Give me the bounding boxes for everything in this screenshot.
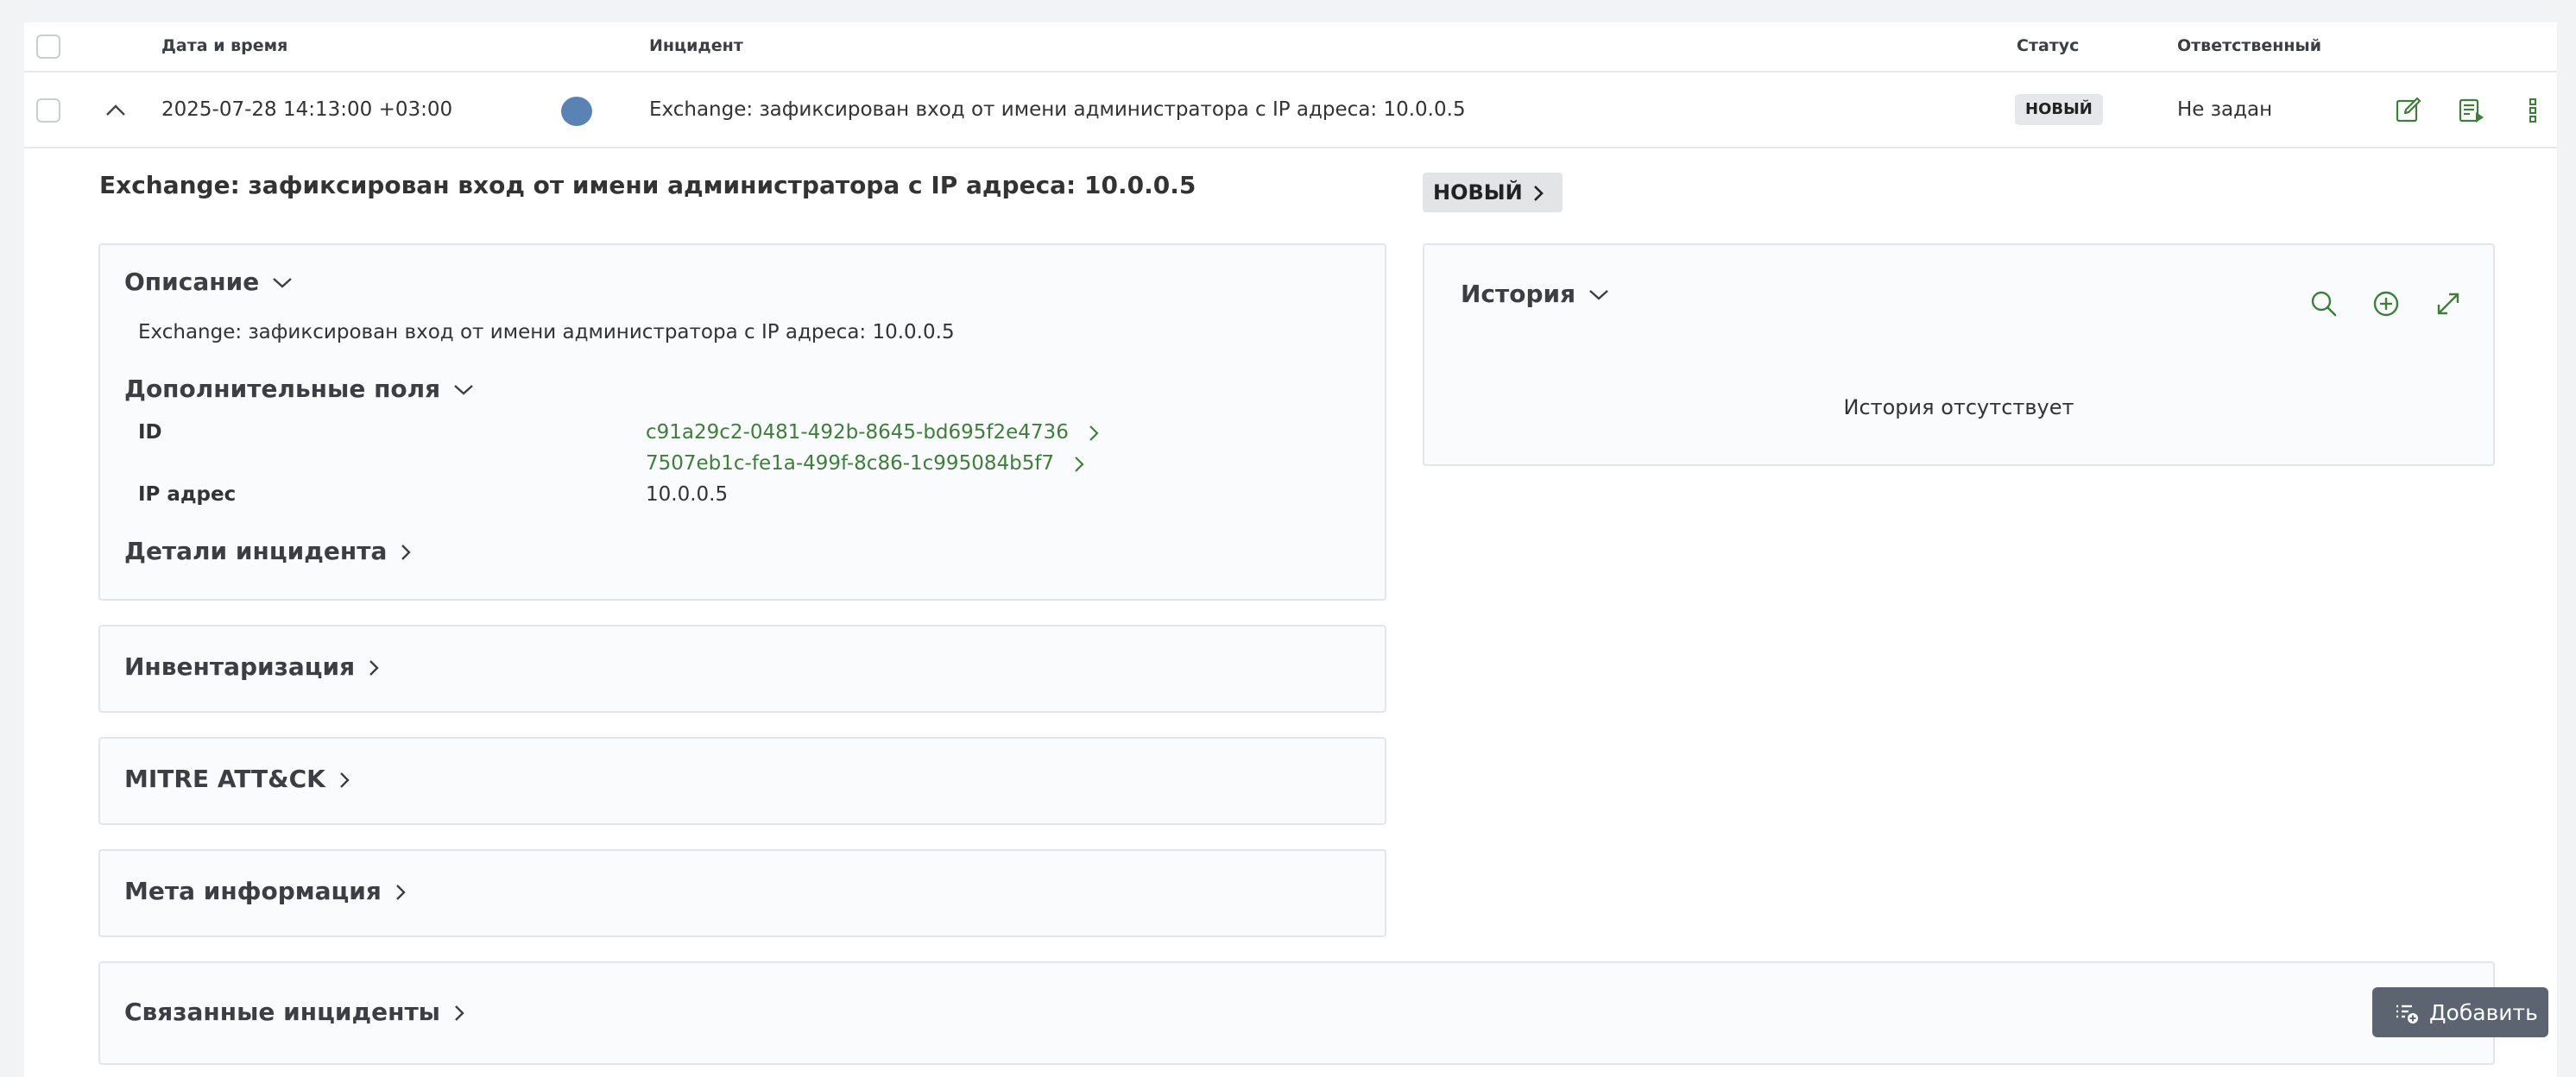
chevron-right-icon — [396, 885, 406, 900]
edit-icon[interactable] — [2393, 95, 2424, 126]
id-link-2[interactable]: 7507eb1c-fe1a-499f-8c86-1c995084b5f7 — [646, 452, 1086, 475]
history-panel: История История отсутствует — [1423, 243, 2495, 466]
description-title: Описание — [124, 268, 260, 296]
table-header: Дата и время Инцидент Статус Ответственн… — [24, 22, 2557, 72]
table-row[interactable]: 2025-07-28 14:13:00 +03:00 Exchange: заф… — [24, 72, 2557, 148]
ip-value: 10.0.0.5 — [646, 483, 729, 506]
status-chip[interactable]: НОВЫЙ — [1423, 173, 1563, 212]
id-link-1-text: c91a29c2-0481-492b-8645-bd695f2e4736 — [646, 421, 1069, 444]
chevron-down-icon — [273, 278, 293, 288]
add-list-icon — [2396, 1005, 2418, 1023]
mitre-panel[interactable]: MITRE ATT&CK — [98, 737, 1386, 825]
meta-info-panel[interactable]: Мета информация — [98, 849, 1386, 937]
extra-fields-title: Дополнительные поля — [124, 375, 441, 403]
chevron-right-icon — [339, 772, 350, 788]
chevron-down-icon — [1589, 290, 1608, 300]
chevron-right-icon — [1089, 425, 1099, 441]
id-link-2-text: 7507eb1c-fe1a-499f-8c86-1c995084b5f7 — [646, 452, 1055, 475]
header-incident[interactable]: Инцидент — [649, 36, 743, 55]
status-chip-label: НОВЫЙ — [1433, 180, 1523, 205]
playbook-icon[interactable] — [2455, 95, 2486, 126]
chevron-right-icon — [401, 545, 412, 560]
header-datetime[interactable]: Дата и время — [161, 36, 287, 55]
chevron-right-icon — [1075, 456, 1084, 472]
description-text: Exchange: зафиксирован вход от имени адм… — [138, 321, 955, 343]
description-header[interactable]: Описание — [124, 268, 294, 296]
select-all-checkbox[interactable] — [36, 35, 60, 59]
row-incident-title[interactable]: Exchange: зафиксирован вход от имени адм… — [649, 98, 1466, 121]
header-status[interactable]: Статус — [2017, 36, 2079, 55]
extra-fields-header[interactable]: Дополнительные поля — [124, 375, 475, 403]
mitre-title: MITRE ATT&CK — [124, 765, 325, 793]
inventory-title: Инвентаризация — [124, 652, 356, 681]
inventory-header[interactable]: Инвентаризация — [124, 652, 381, 681]
id-label: ID — [138, 421, 162, 444]
meta-info-header[interactable]: Мета информация — [124, 877, 407, 905]
row-assignee: Не задан — [2177, 98, 2273, 121]
related-incidents-header[interactable]: Связанные инциденты — [124, 998, 466, 1026]
related-incidents-panel: Связанные инциденты Добавить — [98, 961, 2548, 1065]
severity-indicator — [561, 97, 592, 126]
search-icon[interactable] — [2308, 288, 2339, 319]
header-assignee[interactable]: Ответственный — [2177, 36, 2321, 55]
row-datetime: 2025-07-28 14:13:00 +03:00 — [161, 98, 453, 121]
mitre-header[interactable]: MITRE ATT&CK — [124, 765, 351, 793]
incident-detail-title: Exchange: зафиксирован вход от имени адм… — [99, 171, 1196, 199]
more-vertical-icon[interactable] — [2517, 95, 2548, 126]
add-related-button[interactable]: Добавить — [2372, 987, 2548, 1037]
expand-icon[interactable] — [2433, 288, 2464, 319]
incident-details-title: Детали инцидента — [124, 537, 388, 565]
history-empty-text: История отсутствует — [1843, 395, 2074, 419]
history-header[interactable]: История — [1461, 280, 1610, 308]
ip-label: IP адрес — [138, 483, 237, 506]
add-circle-icon[interactable] — [2371, 288, 2402, 319]
chevron-down-icon — [454, 385, 473, 395]
related-incidents-title: Связанные инциденты — [124, 998, 440, 1026]
chevron-right-icon — [1534, 186, 1544, 201]
chevron-right-icon — [455, 1005, 464, 1021]
row-checkbox[interactable] — [36, 98, 60, 123]
id-link-1[interactable]: c91a29c2-0481-492b-8645-bd695f2e4736 — [646, 421, 1101, 444]
add-related-label: Добавить — [2429, 1000, 2538, 1025]
incident-details-header[interactable]: Детали инцидента — [124, 537, 413, 565]
meta-info-title: Мета информация — [124, 877, 382, 905]
inventory-panel[interactable]: Инвентаризация — [98, 625, 1386, 713]
history-title: История — [1461, 280, 1576, 308]
incident-page: Дата и время Инцидент Статус Ответственн… — [24, 22, 2557, 1077]
collapse-chevron-icon[interactable] — [104, 102, 128, 119]
chevron-right-icon — [369, 660, 379, 676]
status-badge: НОВЫЙ — [2015, 94, 2103, 125]
description-panel: Описание Exchange: зафиксирован вход от … — [98, 243, 1386, 601]
